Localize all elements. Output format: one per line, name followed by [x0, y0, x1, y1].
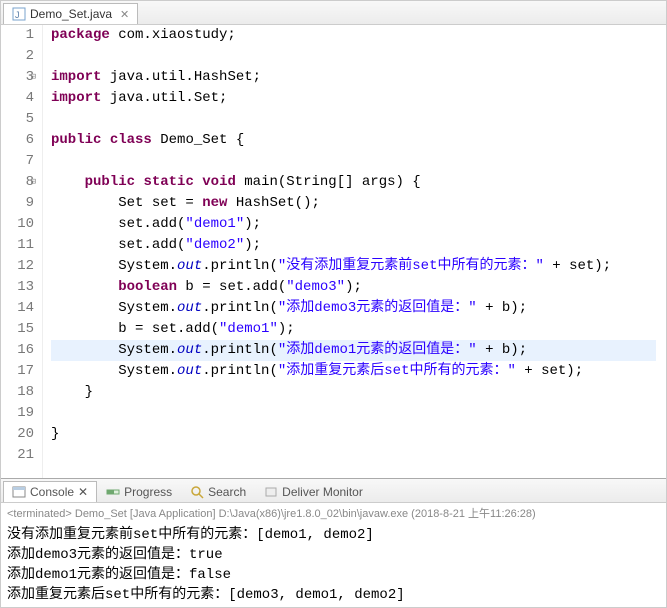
line-number: 18 [1, 382, 34, 403]
fold-icon[interactable]: ⊟ [31, 172, 36, 193]
console-line: 添加demo3元素的返回值是：true [7, 545, 660, 565]
line-number: 10 [1, 214, 34, 235]
line-number: 6 [1, 130, 34, 151]
editor-tab-bar: J Demo_Set.java ✕ [1, 1, 666, 25]
tab-search-label: Search [208, 485, 246, 499]
console-icon [12, 485, 26, 499]
code-area[interactable]: package com.xiaostudy; import java.util.… [51, 25, 666, 478]
code-line[interactable]: } [51, 424, 656, 445]
console-line: 添加demo1元素的返回值是：false [7, 565, 660, 585]
editor-tab-label: Demo_Set.java [30, 7, 112, 21]
line-number: 13 [1, 277, 34, 298]
line-number: 17 [1, 361, 34, 382]
svg-text:J: J [15, 10, 20, 20]
line-number: 20 [1, 424, 34, 445]
line-number: 3⊟ [1, 67, 34, 88]
code-line[interactable]: b = set.add("demo1"); [51, 319, 656, 340]
console-header: <terminated> Demo_Set [Java Application]… [1, 503, 666, 523]
line-number: 16 [1, 340, 34, 361]
tab-deliver-label: Deliver Monitor [282, 485, 363, 499]
tab-progress[interactable]: Progress [97, 481, 181, 502]
line-number: 19 [1, 403, 34, 424]
code-line[interactable]: import java.util.Set; [51, 88, 656, 109]
line-number: 9 [1, 193, 34, 214]
tab-console[interactable]: Console ✕ [3, 481, 97, 502]
line-number: 21 [1, 445, 34, 466]
line-gutter: 123⊟45678⊟9101112131415161718192021 [1, 25, 43, 478]
code-line[interactable]: public class Demo_Set { [51, 130, 656, 151]
line-number: 7 [1, 151, 34, 172]
line-number: 1 [1, 25, 34, 46]
code-line[interactable] [51, 151, 656, 172]
console-panel: Console ✕ Progress Search Deliver Monito… [1, 478, 666, 608]
code-line[interactable] [51, 403, 656, 424]
code-line[interactable]: import java.util.HashSet; [51, 67, 656, 88]
tab-console-label: Console [30, 485, 74, 499]
code-line[interactable]: System.out.println("没有添加重复元素前set中所有的元素："… [51, 256, 656, 277]
console-tab-bar: Console ✕ Progress Search Deliver Monito… [1, 479, 666, 503]
code-line[interactable] [51, 109, 656, 130]
progress-icon [106, 485, 120, 499]
line-number: 15 [1, 319, 34, 340]
search-icon [190, 485, 204, 499]
line-number: 12 [1, 256, 34, 277]
code-line[interactable]: System.out.println("添加demo3元素的返回值是：" + b… [51, 298, 656, 319]
line-number: 5 [1, 109, 34, 130]
code-line[interactable]: Set set = new HashSet(); [51, 193, 656, 214]
code-line[interactable]: public static void main(String[] args) { [51, 172, 656, 193]
code-editor[interactable]: 123⊟45678⊟9101112131415161718192021 pack… [1, 25, 666, 478]
line-number: 11 [1, 235, 34, 256]
console-line: 添加重复元素后set中所有的元素：[demo3, demo1, demo2] [7, 585, 660, 605]
tab-deliver[interactable]: Deliver Monitor [255, 481, 372, 502]
tab-search[interactable]: Search [181, 481, 255, 502]
close-icon[interactable]: ✕ [120, 8, 129, 21]
code-line[interactable]: set.add("demo1"); [51, 214, 656, 235]
console-output[interactable]: 没有添加重复元素前set中所有的元素：[demo1, demo2]添加demo3… [1, 523, 666, 607]
code-line[interactable]: set.add("demo2"); [51, 235, 656, 256]
fold-icon[interactable]: ⊟ [31, 67, 36, 88]
code-line[interactable]: } [51, 382, 656, 403]
code-line[interactable]: boolean b = set.add("demo3"); [51, 277, 656, 298]
close-icon[interactable]: ✕ [78, 485, 88, 499]
tab-progress-label: Progress [124, 485, 172, 499]
code-line[interactable]: System.out.println("添加重复元素后set中所有的元素：" +… [51, 361, 656, 382]
code-line[interactable]: System.out.println("添加demo1元素的返回值是：" + b… [51, 340, 656, 361]
line-number: 2 [1, 46, 34, 67]
line-number: 4 [1, 88, 34, 109]
code-line[interactable]: package com.xiaostudy; [51, 25, 656, 46]
line-number: 14 [1, 298, 34, 319]
java-file-icon: J [12, 7, 26, 21]
line-number: 8⊟ [1, 172, 34, 193]
deliver-icon [264, 485, 278, 499]
code-line[interactable] [51, 46, 656, 67]
console-line: 没有添加重复元素前set中所有的元素：[demo1, demo2] [7, 525, 660, 545]
code-line[interactable] [51, 445, 656, 466]
editor-tab[interactable]: J Demo_Set.java ✕ [3, 3, 138, 24]
